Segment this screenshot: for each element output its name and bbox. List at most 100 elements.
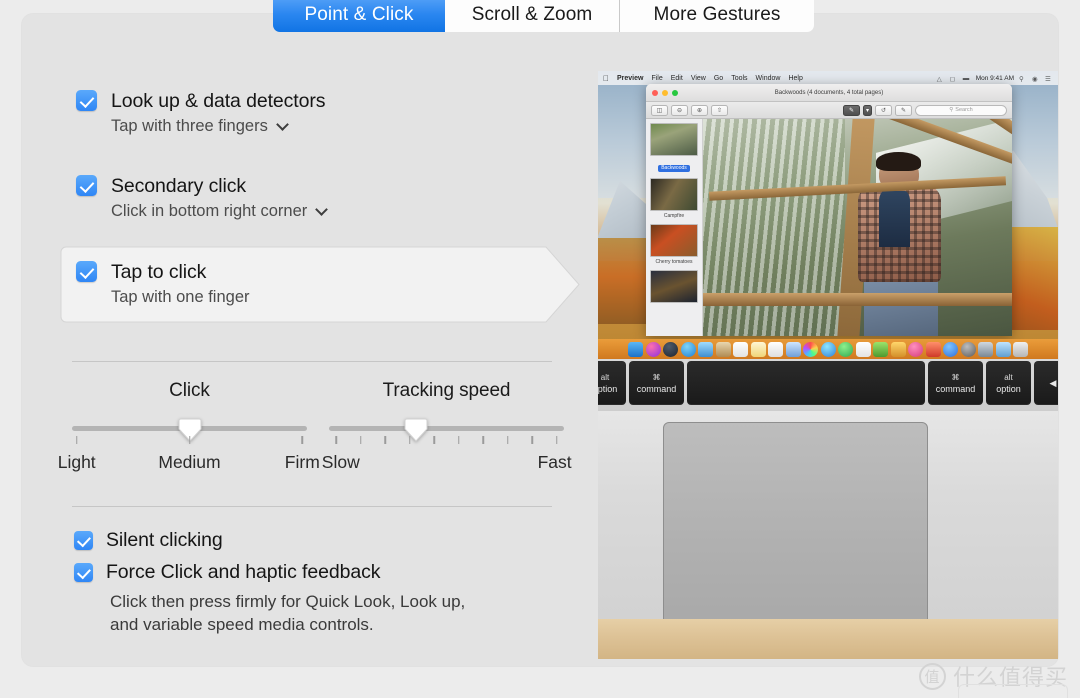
dock-icon-contacts[interactable] <box>715 341 731 357</box>
wooden-desk-surface <box>598 619 1058 659</box>
tab-more-gestures[interactable]: More Gestures <box>620 0 814 32</box>
spotlight-icon[interactable]: ⚲ <box>1019 75 1027 83</box>
dock-icon-reminders[interactable] <box>768 341 783 357</box>
dock-icon-safari[interactable] <box>680 341 696 357</box>
share-button[interactable]: ⇧ <box>711 104 728 116</box>
dock-icon-photos[interactable] <box>803 341 818 357</box>
dock-icon-preview[interactable] <box>978 341 993 357</box>
zoom-in-button[interactable]: ⊕ <box>691 104 708 116</box>
checkbox-silent-clicking[interactable] <box>74 530 93 550</box>
thumbnail-item[interactable] <box>649 270 699 303</box>
thumbnail-image[interactable] <box>650 178 698 211</box>
annotate-button[interactable]: ✎ <box>895 104 912 116</box>
dock-icon-calendar[interactable] <box>733 341 748 357</box>
dock-icon-mail[interactable] <box>698 341 713 357</box>
menu-item-file[interactable]: File <box>651 75 662 82</box>
siri-icon[interactable]: ◉ <box>1032 75 1040 83</box>
key-spacebar[interactable] <box>687 361 925 405</box>
dock-icon-pages[interactable] <box>855 341 871 357</box>
dock-icon-siri[interactable] <box>645 341 661 357</box>
zoom-out-button[interactable]: ⊖ <box>671 104 688 116</box>
dock-icon-downloads[interactable] <box>995 341 1011 357</box>
preview-app-window[interactable]: Backwoods (4 documents, 4 total pages) ◫… <box>646 84 1012 336</box>
sidebar-view-button[interactable]: ◫ <box>651 104 668 116</box>
key-arrow-left[interactable]: ◀ <box>1034 361 1058 405</box>
thumbnail-image[interactable] <box>650 123 698 156</box>
option-force-click-and-haptic-feedback[interactable]: Force Click and haptic feedback <box>74 562 380 582</box>
dock-icon-system-preferences[interactable] <box>960 341 976 357</box>
dock-icon-itunes[interactable] <box>908 341 923 357</box>
tracking-label-fast: Fast <box>537 452 572 472</box>
airplay-icon[interactable]: ◻ <box>950 75 958 83</box>
option-subtitle[interactable]: Click in bottom right corner <box>111 200 328 222</box>
checkbox-look-up-and-data-detectors[interactable] <box>76 90 97 111</box>
thumbnail-item[interactable]: Campfire <box>649 178 699 220</box>
dock-icon-app-store[interactable] <box>943 341 958 357</box>
force-click-helper-line-2: and variable speed media controls. <box>110 615 374 634</box>
checkbox-tap-to-click[interactable] <box>76 261 97 282</box>
key-option-left[interactable]: alt option <box>598 361 626 405</box>
menu-bar-status-area[interactable]: △ ◻ ▬ Mon 9:41 AM ⚲ ◉ ☰ <box>937 75 1053 83</box>
menu-item-window[interactable]: Window <box>756 75 781 82</box>
tracking-speed-slider-block[interactable]: Tracking speed Slow Fast <box>322 380 572 476</box>
key-command-left[interactable]: ⌘ command <box>629 361 684 405</box>
dock-icon-launchpad[interactable] <box>663 341 678 357</box>
dock-icon-facetime[interactable] <box>838 341 853 357</box>
preview-window-titlebar[interactable]: Backwoods (4 documents, 4 total pages) <box>646 84 1012 102</box>
preview-document-image[interactable] <box>703 119 1012 336</box>
chevron-down-icon[interactable] <box>316 205 328 217</box>
option-subtitle[interactable]: Tap with three fingers <box>111 115 325 137</box>
thumbnail-item[interactable]: Cherry tomatoes <box>649 224 699 266</box>
preview-thumbnail-sidebar[interactable]: Backwoods Campfire Cherry tomatoes <box>646 119 703 336</box>
key-command-right[interactable]: ⌘ command <box>928 361 983 405</box>
dock-icon-numbers[interactable] <box>873 341 888 357</box>
thumbnail-item[interactable]: Backwoods <box>649 123 699 174</box>
dock-icon-maps[interactable] <box>785 341 801 357</box>
menu-item-view[interactable]: View <box>691 75 706 82</box>
mac-dock[interactable] <box>598 339 1058 359</box>
click-slider-track[interactable] <box>72 418 307 442</box>
markup-options-button[interactable]: ▾ <box>863 104 872 116</box>
option-look-up-and-data-detectors[interactable]: Look up & data detectors Tap with three … <box>76 90 326 137</box>
dock-icon-trash[interactable] <box>1013 341 1028 357</box>
wifi-icon[interactable]: △ <box>937 75 945 83</box>
menu-bar-clock[interactable]: Mon 9:41 AM <box>976 75 1014 82</box>
menu-item-tools[interactable]: Tools <box>731 75 747 82</box>
option-silent-clicking[interactable]: Silent clicking <box>74 530 223 550</box>
thumbnail-image[interactable] <box>650 224 698 257</box>
preview-search-field[interactable]: ⚲ Search <box>915 104 1007 116</box>
dock-icon-messages[interactable] <box>820 341 836 357</box>
tracking-speed-track[interactable] <box>329 418 564 442</box>
macbook-trackpad[interactable] <box>663 422 928 625</box>
tab-bar[interactable]: Point & Click Scroll & Zoom More Gesture… <box>273 0 814 32</box>
macbook-keyboard-bottom-row[interactable]: alt option ⌘ command ⌘ command alt optio… <box>598 359 1058 411</box>
preview-toolbar[interactable]: ◫ ⊖ ⊕ ⇧ ✎ ▾ ↺ ✎ ⚲ Search <box>646 102 1012 119</box>
tab-point-and-click[interactable]: Point & Click <box>273 0 445 32</box>
option-secondary-click[interactable]: Secondary click Click in bottom right co… <box>76 175 328 222</box>
option-subtitle: Tap with one finger <box>111 286 250 308</box>
battery-icon[interactable]: ▬ <box>963 75 971 82</box>
dock-icon-ibooks[interactable] <box>925 341 941 357</box>
menu-item-preview[interactable]: Preview <box>617 75 643 82</box>
key-top-label: alt <box>600 372 610 382</box>
click-slider-block[interactable]: Click Light Medium Firm <box>58 380 320 476</box>
tab-scroll-and-zoom[interactable]: Scroll & Zoom <box>445 0 620 32</box>
mac-menu-bar[interactable]:  Preview File Edit View Go Tools Window… <box>598 71 1058 85</box>
checkbox-force-click[interactable] <box>74 562 93 582</box>
dock-icon-finder[interactable] <box>628 341 643 357</box>
dock-icon-keynote[interactable] <box>890 341 906 357</box>
markup-button[interactable]: ✎ <box>843 104 860 116</box>
option-tap-to-click[interactable]: Tap to click Tap with one finger <box>76 261 250 308</box>
thumbnail-image[interactable] <box>650 270 698 303</box>
rotate-button[interactable]: ↺ <box>875 104 892 116</box>
apple-logo-icon[interactable]:  <box>603 74 609 83</box>
menu-item-go[interactable]: Go <box>714 75 723 82</box>
dock-icon-notes[interactable] <box>750 341 766 357</box>
checkbox-secondary-click[interactable] <box>76 175 97 196</box>
menu-item-help[interactable]: Help <box>788 75 802 82</box>
menu-item-edit[interactable]: Edit <box>671 75 683 82</box>
key-option-right[interactable]: alt option <box>986 361 1031 405</box>
search-icon: ⚲ <box>949 107 954 113</box>
chevron-down-icon[interactable] <box>277 120 289 132</box>
control-center-icon[interactable]: ☰ <box>1045 75 1053 83</box>
